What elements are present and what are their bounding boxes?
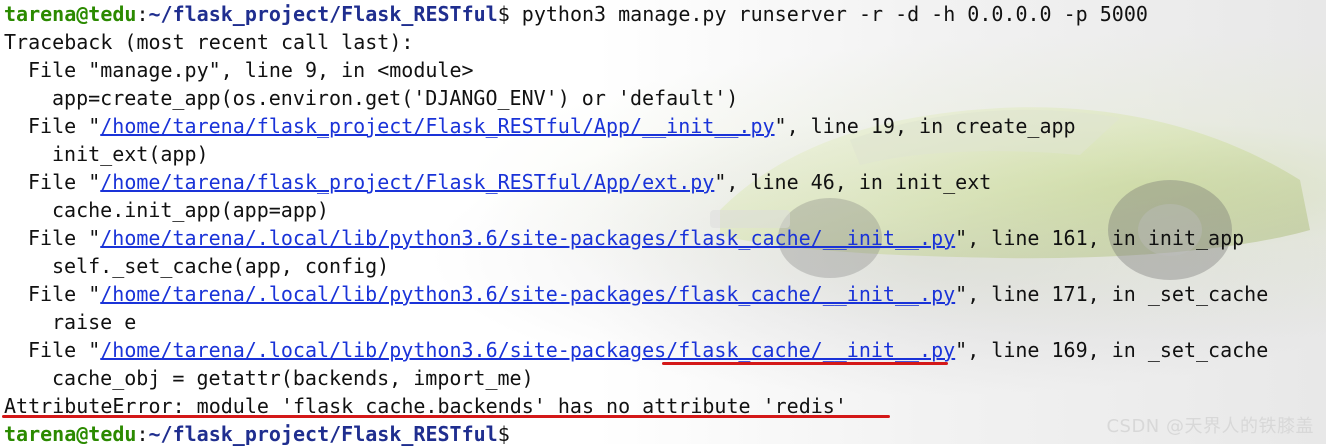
file-prefix: File " [28,170,101,194]
file-prefix: File " [28,58,101,82]
file-suffix: ", line 169, in _set_cache [955,338,1269,362]
command-text: python3 manage.py runserver -r -d -h 0.0… [509,2,1148,26]
traceback-code-line: raise e [52,310,137,334]
terminal-window[interactable]: tarena@tedu:~/flask_project/Flask_RESTfu… [0,0,1326,446]
traceback-code-line: app=create_app(os.environ.get('DJANGO_EN… [52,86,739,110]
file-path-link[interactable]: /home/tarena/.local/lib/python3.6/site-p… [100,282,955,306]
traceback-code-line: cache.init_app(app=app) [52,198,329,222]
prompt-user-host: tarena@tedu [4,422,137,446]
highlight-underline-error [2,415,890,418]
file-prefix: File " [28,338,101,362]
traceback-file-line: File "/home/tarena/flask_project/Flask_R… [4,168,1268,196]
highlight-underline-path [662,362,948,365]
traceback-file-line: File "manage.py", line 9, in <module> [4,56,1268,84]
file-path-link[interactable]: /home/tarena/flask_project/Flask_RESTful… [100,114,774,138]
traceback-file-line: File "/home/tarena/.local/lib/python3.6/… [4,336,1268,364]
prompt-symbol: $ [497,422,510,446]
file-path-link[interactable]: /home/tarena/flask_project/Flask_RESTful… [100,170,714,194]
traceback-code-line: cache_obj = getattr(backends, import_me) [52,366,534,390]
traceback-code-line: init_ext(app) [52,142,209,166]
prompt-separator: : [136,2,149,26]
file-prefix: File " [28,114,101,138]
traceback-code-line: self._set_cache(app, config) [52,254,390,278]
file-suffix: ", line 19, in create_app [774,114,1076,138]
file-name: manage.py [100,58,209,82]
prompt-user-host: tarena@tedu [4,2,137,26]
traceback-header: Traceback (most recent call last): [4,30,414,54]
file-path-link[interactable]: /home/tarena/.local/lib/python3.6/site-p… [100,226,955,250]
prompt-separator: : [136,422,149,446]
traceback-file-line: File "/home/tarena/flask_project/Flask_R… [4,112,1268,140]
file-prefix: File " [28,282,101,306]
file-suffix: ", line 9, in <module> [208,58,474,82]
watermark-text: CSDN @天界人的铁膝盖 [1106,416,1314,437]
traceback-file-line: File "/home/tarena/.local/lib/python3.6/… [4,280,1268,308]
prompt-symbol: $ [497,2,510,26]
terminal-output: tarena@tedu:~/flask_project/Flask_RESTfu… [4,0,1268,448]
file-path-link[interactable]: /home/tarena/.local/lib/python3.6/site-p… [100,338,955,362]
traceback-file-line: File "/home/tarena/.local/lib/python3.6/… [4,224,1268,252]
prompt-path: ~/flask_project/Flask_RESTful [148,422,498,446]
file-prefix: File " [28,226,101,250]
prompt-line: tarena@tedu:~/flask_project/Flask_RESTfu… [4,0,1268,28]
file-suffix: ", line 171, in _set_cache [955,282,1269,306]
prompt-path: ~/flask_project/Flask_RESTful [148,2,498,26]
file-suffix: ", line 161, in init_app [955,226,1245,250]
file-suffix: ", line 46, in init_ext [714,170,992,194]
